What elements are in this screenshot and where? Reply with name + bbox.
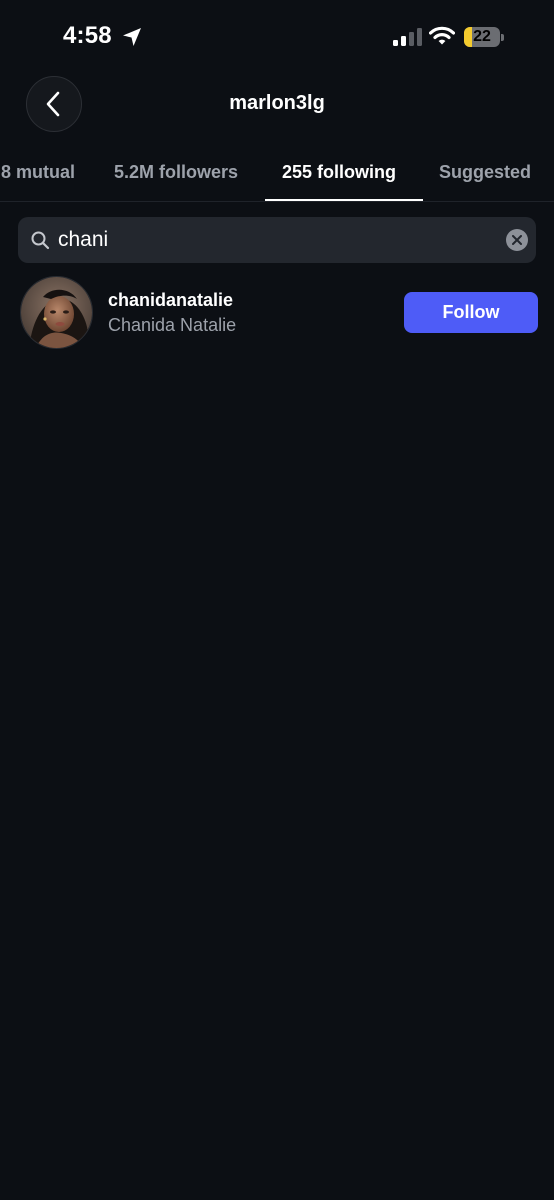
display-name: Chanida Natalie [108,315,237,335]
page-title: marlon3lg [229,92,325,114]
search-icon [31,231,50,250]
battery-indicator: 22 [464,27,500,47]
search-bar[interactable] [18,217,536,263]
battery-percentage: 22 [473,28,491,45]
battery-cap [501,34,504,41]
status-time: 4:58 [63,22,112,49]
search-input[interactable] [58,217,498,263]
tab-bar: 8 mutual 5.2M followers 255 following Su… [0,150,554,202]
tab-following[interactable]: 255 following [282,162,396,183]
avatar-image [21,277,92,348]
location-arrow-icon [123,28,141,46]
avatar[interactable] [20,276,93,349]
username: chanidanatalie [108,290,234,310]
cellular-signal-icon [393,28,422,46]
tab-followers[interactable]: 5.2M followers [114,162,238,183]
list-item[interactable]: chanidanatalie Chanida Natalie Follow [0,270,554,356]
close-icon [512,235,522,245]
status-bar: 4:58 22 [0,0,554,74]
wifi-icon [429,26,455,45]
tab-suggested[interactable]: Suggested [439,162,531,183]
follow-button[interactable]: Follow [404,292,538,333]
clear-search-icon[interactable] [506,229,528,251]
divider [0,201,554,202]
tab-mutual[interactable]: 8 mutual [1,162,75,183]
